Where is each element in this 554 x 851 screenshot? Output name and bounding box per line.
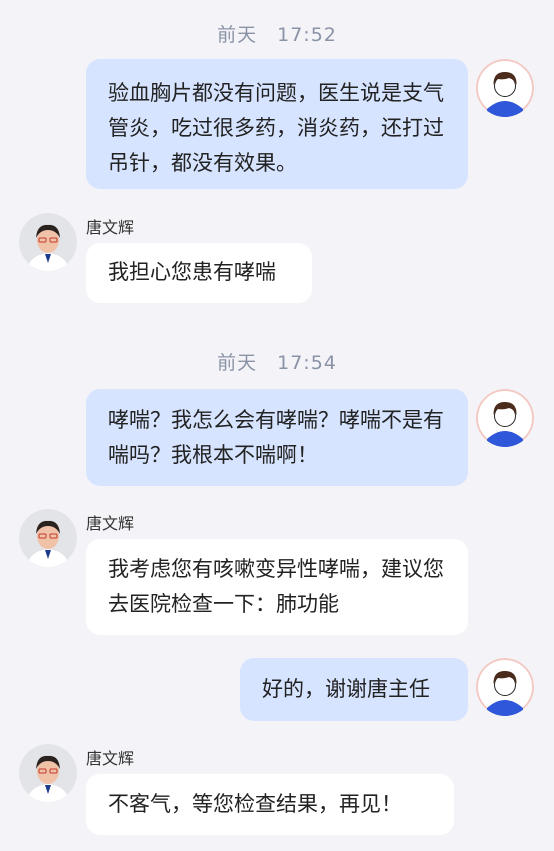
user-avatar-icon[interactable]: [476, 59, 534, 117]
message-text: 我考虑您有咳嗽变异性哮喘，建议您去医院检查一下：肺功能: [108, 557, 444, 616]
message-text: 不客气，等您检查结果，再见！: [108, 792, 402, 816]
doctor-name: 唐文辉: [86, 218, 135, 237]
doctor-name: 唐文辉: [86, 749, 135, 768]
doctor-message-bubble[interactable]: 我考虑您有咳嗽变异性哮喘，建议您去医院检查一下：肺功能: [86, 539, 468, 635]
timestamp: 前天 17:54: [217, 352, 337, 374]
user-avatar-icon[interactable]: [476, 389, 534, 447]
doctor-name: 唐文辉: [86, 514, 135, 533]
user-message-bubble[interactable]: 哮喘？我怎么会有哮喘？哮喘不是有喘吗？我根本不喘啊！: [86, 389, 468, 486]
user-avatar-icon[interactable]: [476, 658, 534, 716]
user-message-bubble[interactable]: 验血胸片都没有问题，医生说是支气管炎，吃过很多药，消炎药，还打过吊针，都没有效果…: [86, 59, 468, 189]
doctor-avatar-photo[interactable]: [19, 744, 77, 802]
message-text: 哮喘？我怎么会有哮喘？哮喘不是有喘吗？我根本不喘啊！: [108, 408, 444, 467]
user-message-bubble[interactable]: 好的，谢谢唐主任: [240, 658, 468, 721]
message-text: 验血胸片都没有问题，医生说是支气管炎，吃过很多药，消炎药，还打过吊针，都没有效果…: [108, 81, 444, 175]
timestamp: 前天 17:52: [217, 24, 337, 46]
message-text: 好的，谢谢唐主任: [262, 677, 430, 701]
doctor-message-bubble[interactable]: 不客气，等您检查结果，再见！: [86, 774, 454, 835]
doctor-avatar-photo[interactable]: [19, 509, 77, 567]
doctor-message-bubble[interactable]: 我担心您患有哮喘: [86, 243, 312, 303]
message-text: 我担心您患有哮喘: [108, 260, 276, 284]
doctor-avatar-photo[interactable]: [19, 213, 77, 271]
